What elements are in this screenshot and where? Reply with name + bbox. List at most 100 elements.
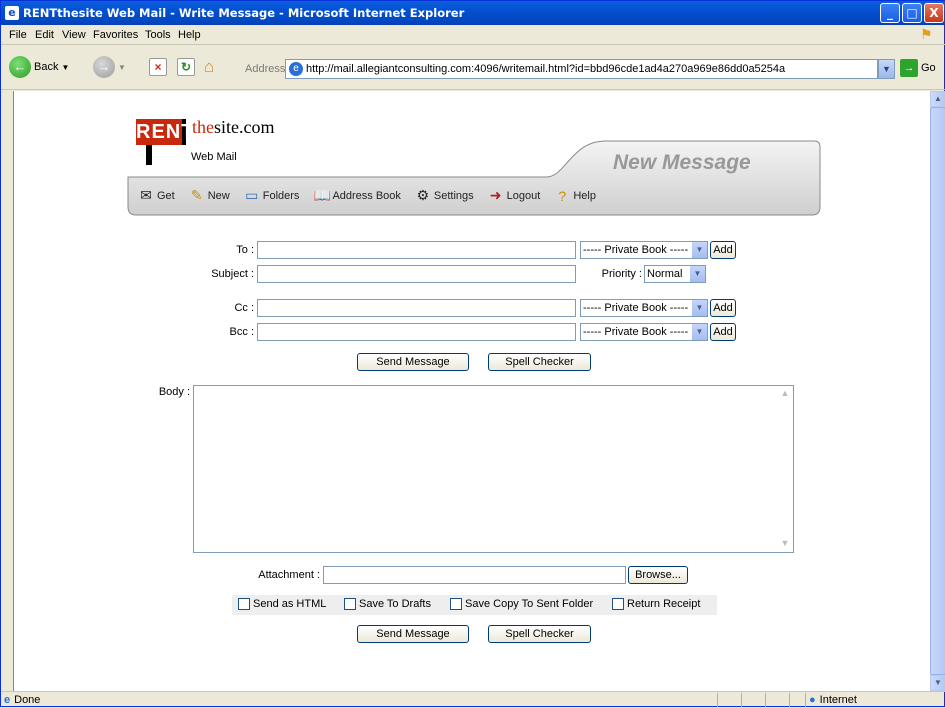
nav-help[interactable]: ? Help: [554, 188, 596, 204]
return-receipt-option[interactable]: Return Receipt: [612, 598, 700, 610]
attachment-input[interactable]: [323, 566, 626, 584]
status-done: e Done: [4, 694, 40, 706]
bcc-input[interactable]: [257, 323, 576, 341]
cc-input[interactable]: [257, 299, 576, 317]
home-button[interactable]: ⌂: [204, 57, 214, 77]
bcc-add-button[interactable]: Add: [710, 323, 736, 341]
page-title: New Message: [613, 151, 751, 174]
chevron-down-icon: ▼: [692, 324, 707, 340]
back-dropdown-icon: ▼: [61, 62, 70, 72]
save-to-drafts-option[interactable]: Save To Drafts: [344, 598, 431, 610]
nav-folders[interactable]: ▭ Folders: [244, 187, 300, 204]
page-scrollbar[interactable]: ▲ ▼: [930, 91, 945, 691]
forward-button[interactable]: → ▼: [93, 56, 126, 78]
stop-icon: ×: [149, 58, 167, 76]
nav-folders-label: Folders: [262, 189, 300, 202]
menu-view[interactable]: View: [62, 29, 86, 41]
attachment-label: Attachment :: [258, 569, 320, 581]
cc-label: Cc :: [234, 302, 254, 314]
scrollbar-thumb[interactable]: [930, 107, 945, 675]
menu-tools[interactable]: Tools: [145, 29, 171, 41]
priority-select[interactable]: Normal ▼: [644, 265, 706, 283]
address-url: http://mail.allegiantconsulting.com:4096…: [306, 63, 786, 75]
window-title: RENTthesite Web Mail - Write Message - M…: [23, 6, 465, 20]
nav-settings-label: Settings: [433, 189, 474, 202]
subject-input[interactable]: [257, 265, 576, 283]
send-message-button-bottom[interactable]: Send Message: [357, 625, 469, 643]
ie-page-icon: e: [289, 62, 303, 76]
body-label: Body :: [158, 386, 190, 398]
menu-edit[interactable]: Edit: [35, 29, 54, 41]
maximize-button[interactable]: □: [902, 3, 922, 23]
menu-bar: File Edit View Favorites Tools Help: [1, 25, 945, 45]
scroll-up-icon[interactable]: ▲: [930, 91, 945, 107]
spell-checker-button-top[interactable]: Spell Checker: [488, 353, 591, 371]
body-textarea[interactable]: ▲ ▼: [193, 385, 794, 553]
new-message-icon: ✎: [190, 187, 203, 203]
browse-button[interactable]: Browse...: [628, 566, 688, 584]
address-dropdown-icon[interactable]: ▼: [878, 59, 895, 79]
windows-logo-icon: ⚑: [920, 26, 933, 42]
send-message-button-top[interactable]: Send Message: [357, 353, 469, 371]
help-icon: ?: [558, 187, 567, 204]
menu-favorites[interactable]: Favorites: [93, 29, 138, 41]
menu-help[interactable]: Help: [178, 29, 201, 41]
save-copy-option[interactable]: Save Copy To Sent Folder: [450, 598, 593, 610]
refresh-button[interactable]: ↻: [177, 58, 195, 76]
stop-button[interactable]: ×: [149, 58, 167, 76]
nav-get-label: Get: [157, 189, 175, 202]
home-icon: ⌂: [204, 57, 215, 76]
nav-address-book-label: Address Book: [332, 189, 401, 202]
spell-checker-button-bottom[interactable]: Spell Checker: [488, 625, 591, 643]
nav-get[interactable]: ✉ Get: [138, 187, 175, 204]
bcc-book-select[interactable]: ----- Private Book ----- ▼: [580, 323, 708, 341]
get-mail-icon: ✉: [140, 187, 152, 203]
go-label: Go: [921, 62, 936, 74]
subject-label: Subject :: [211, 268, 254, 280]
save-copy-checkbox[interactable]: [450, 598, 462, 610]
address-bar[interactable]: e http://mail.allegiantconsulting.com:40…: [285, 59, 878, 79]
folders-icon: ▭: [245, 187, 259, 203]
cc-add-button[interactable]: Add: [710, 299, 736, 317]
address-book-icon: 📖: [313, 187, 331, 203]
chevron-down-icon: ▼: [692, 242, 707, 258]
return-receipt-label: Return Receipt: [627, 598, 701, 610]
cc-book-select-value: ----- Private Book -----: [583, 302, 689, 314]
save-to-drafts-checkbox[interactable]: [344, 598, 356, 610]
refresh-icon: ↻: [177, 58, 195, 76]
status-bar: e Done ● Internet: [1, 691, 945, 708]
to-add-button[interactable]: Add: [710, 241, 736, 259]
close-button[interactable]: X: [924, 3, 944, 23]
scroll-down-icon[interactable]: ▼: [930, 675, 945, 691]
nav-new[interactable]: ✎ New: [189, 187, 230, 204]
send-as-html-label: Send as HTML: [253, 598, 327, 610]
to-input[interactable]: [257, 241, 576, 259]
send-as-html-option[interactable]: Send as HTML: [238, 598, 326, 610]
to-book-select[interactable]: ----- Private Book ----- ▼: [580, 241, 708, 259]
chevron-down-icon: ▼: [690, 266, 705, 282]
minimize-button[interactable]: _: [880, 3, 900, 23]
return-receipt-checkbox[interactable]: [612, 598, 624, 610]
nav-bar: ✉ Get ✎ New ▭ Folders 📖 Address Book ⚙ S…: [138, 187, 610, 204]
bcc-book-select-value: ----- Private Book -----: [583, 326, 689, 338]
back-label: Back: [34, 61, 59, 73]
logout-icon: ➜: [489, 187, 502, 203]
go-button[interactable]: → Go: [900, 59, 936, 77]
cc-book-select[interactable]: ----- Private Book ----- ▼: [580, 299, 708, 317]
header-panel: New Message ✉ Get ✎ New ▭ Folders 📖 Addr…: [126, 139, 822, 217]
security-zone: ● Internet: [809, 694, 857, 706]
address-label: Address: [245, 63, 286, 75]
nav-address-book[interactable]: 📖 Address Book: [313, 187, 400, 204]
status-text: Done: [14, 694, 41, 706]
save-copy-label: Save Copy To Sent Folder: [465, 598, 594, 610]
send-as-html-checkbox[interactable]: [238, 598, 250, 610]
priority-label: Priority :: [601, 268, 642, 280]
nav-logout[interactable]: ➜ Logout: [488, 187, 541, 204]
status-divider: [789, 693, 790, 707]
menu-file[interactable]: File: [9, 29, 27, 41]
priority-value: Normal: [647, 268, 683, 280]
scroll-down-icon: ▼: [780, 538, 790, 548]
nav-settings[interactable]: ⚙ Settings: [415, 187, 474, 204]
back-button[interactable]: ← Back ▼: [9, 56, 69, 78]
globe-icon: ●: [809, 694, 816, 706]
